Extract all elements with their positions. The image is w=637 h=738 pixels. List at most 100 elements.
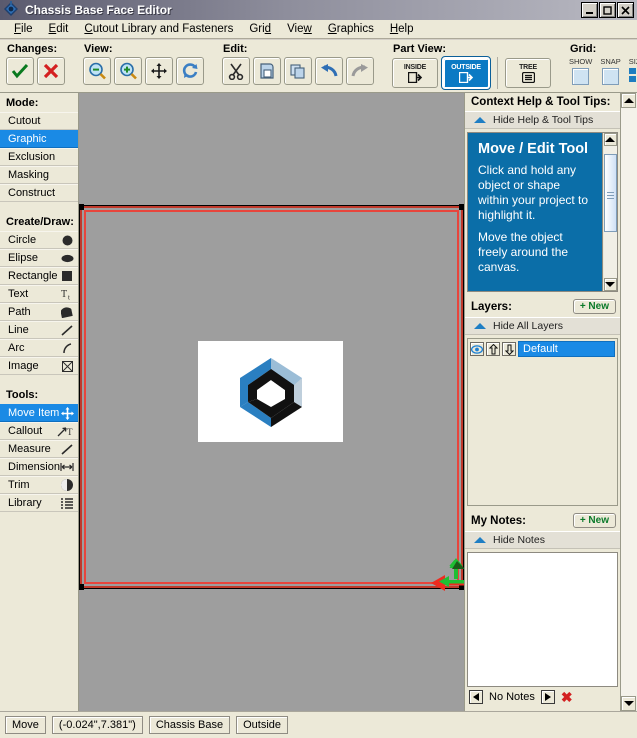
sidebar-item-measure[interactable]: Measure [0, 440, 78, 458]
sidebar-item-move-item[interactable]: Move Item [0, 404, 78, 422]
hide-notes-toggle[interactable]: Hide Notes [465, 531, 620, 549]
layer-move-down-icon[interactable] [502, 342, 516, 356]
grid-show-checkbox[interactable] [572, 68, 590, 85]
minimize-button[interactable] [581, 2, 598, 18]
library-list-icon [60, 497, 74, 509]
menu-graphics[interactable]: Graphics [320, 21, 382, 37]
tree-view-button[interactable]: TREE [505, 58, 551, 88]
menu-edit[interactable]: Edit [41, 21, 77, 37]
diamond-cube-graphic [239, 357, 302, 427]
hide-all-layers-toggle[interactable]: Hide All Layers [465, 317, 620, 335]
sidebar-item-construct-label: Construct [8, 187, 56, 199]
notes-textarea[interactable] [467, 552, 618, 687]
zoom-out-button[interactable] [83, 57, 111, 85]
sidebar-item-library[interactable]: Library [0, 494, 78, 512]
sidebar-item-trim-label: Trim [8, 479, 30, 491]
resize-handle-bottom-left[interactable] [79, 584, 84, 590]
scroll-track[interactable] [603, 146, 617, 278]
panel-scrollbar[interactable] [620, 93, 637, 711]
chevron-up-icon [474, 323, 486, 329]
sidebar-item-callout-label: Callout [8, 425, 43, 437]
new-note-button[interactable]: + New [572, 513, 616, 528]
hide-all-layers-label: Hide All Layers [493, 320, 564, 332]
accept-changes-button[interactable] [6, 57, 34, 85]
menu-file[interactable]: File [6, 21, 41, 37]
next-note-button[interactable] [540, 690, 555, 704]
menu-cutout-library-and-fasteners[interactable]: Cutout Library and Fasteners [76, 21, 241, 37]
refresh-button[interactable] [176, 57, 204, 85]
menu-view[interactable]: View [279, 21, 320, 37]
layer-row[interactable]: Default [468, 339, 617, 359]
redo-button[interactable] [346, 57, 374, 85]
sidebar-item-callout[interactable]: Callout T [0, 422, 78, 440]
part-view-outside-button[interactable]: OUTSIDE [441, 56, 491, 90]
sidebar-item-path[interactable]: Path [0, 303, 78, 321]
path-icon [60, 306, 74, 318]
window-controls [581, 2, 634, 18]
paste-button[interactable] [253, 57, 281, 85]
status-part: Chassis Base [148, 716, 231, 734]
panel-scroll-up-button[interactable] [621, 93, 636, 108]
close-button[interactable] [617, 2, 634, 18]
sidebar-item-trim[interactable]: Trim [0, 476, 78, 494]
maximize-button[interactable] [599, 2, 616, 18]
sidebar-item-elipse-label: Elipse [8, 252, 38, 264]
sidebar-item-dimension[interactable]: Dimension [0, 458, 78, 476]
grid-snap-checkbox[interactable] [602, 68, 620, 85]
resize-handle-top-left[interactable] [79, 204, 84, 210]
sidebar-item-line[interactable]: Line [0, 321, 78, 339]
image-object[interactable] [198, 341, 343, 442]
sidebar-item-masking[interactable]: Masking [0, 166, 78, 184]
image-icon [60, 360, 74, 372]
context-help-scrollbar[interactable] [602, 133, 617, 291]
part-view-label: Part View: [393, 43, 446, 55]
scroll-up-button[interactable] [603, 133, 617, 146]
zoom-in-button[interactable] [114, 57, 142, 85]
layer-name-label[interactable]: Default [518, 341, 615, 357]
grid-size-icon[interactable] [629, 68, 637, 83]
tree-icon [521, 71, 535, 83]
callout-icon: T [57, 425, 74, 437]
layers-header: Layers: + New [465, 296, 620, 317]
grid-show-label: SHOW [569, 57, 593, 66]
sidebar-item-elipse[interactable]: Elipse [0, 249, 78, 267]
hide-help-toggle[interactable]: Hide Help & Tool Tips [465, 111, 620, 129]
sidebar-item-cutout[interactable]: Cutout [0, 112, 78, 130]
design-canvas[interactable] [79, 93, 464, 711]
drag-direction-arrows[interactable] [429, 555, 464, 600]
sidebar-item-graphic-label: Graphic [8, 133, 47, 145]
panel-scroll-down-button[interactable] [621, 696, 636, 711]
sidebar-item-image[interactable]: Image [0, 357, 78, 375]
sidebar-item-text[interactable]: Text Tt [0, 285, 78, 303]
sidebar-item-rectangle[interactable]: Rectangle [0, 267, 78, 285]
notes-header: My Notes: + New [465, 510, 620, 531]
scroll-down-button[interactable] [603, 278, 617, 291]
delete-note-icon[interactable]: ✖ [561, 690, 573, 704]
cut-button[interactable] [222, 57, 250, 85]
status-face: Outside [236, 716, 289, 734]
reject-changes-button[interactable] [37, 57, 65, 85]
menu-help[interactable]: Help [382, 21, 422, 37]
part-view-inside-button[interactable]: INSIDE [392, 58, 438, 88]
scroll-thumb[interactable] [603, 154, 617, 232]
new-layer-button[interactable]: + New [572, 299, 616, 314]
sidebar-item-graphic[interactable]: Graphic [0, 130, 78, 148]
grid-size-label: SIZE [628, 57, 637, 66]
previous-note-button[interactable] [469, 690, 483, 704]
pan-button[interactable] [145, 57, 173, 85]
sidebar-item-path-label: Path [8, 306, 31, 318]
menu-grid[interactable]: Grid [241, 21, 279, 37]
title-bar: Chassis Base Face Editor [0, 0, 637, 20]
layer-visibility-eye-icon[interactable] [470, 342, 484, 356]
sidebar-item-circle[interactable]: Circle [0, 231, 78, 249]
copy-button[interactable] [284, 57, 312, 85]
undo-button[interactable] [315, 57, 343, 85]
window-title: Chassis Base Face Editor [25, 3, 172, 17]
sidebar-item-construct[interactable]: Construct [0, 184, 78, 202]
toolbar-group-edit-label: Edit: [223, 43, 248, 55]
panel-scroll-track[interactable] [621, 108, 637, 696]
context-help-tip-title: Move / Edit Tool [478, 141, 589, 157]
layer-move-up-icon[interactable] [486, 342, 500, 356]
sidebar-item-arc[interactable]: Arc [0, 339, 78, 357]
sidebar-item-exclusion[interactable]: Exclusion [0, 148, 78, 166]
